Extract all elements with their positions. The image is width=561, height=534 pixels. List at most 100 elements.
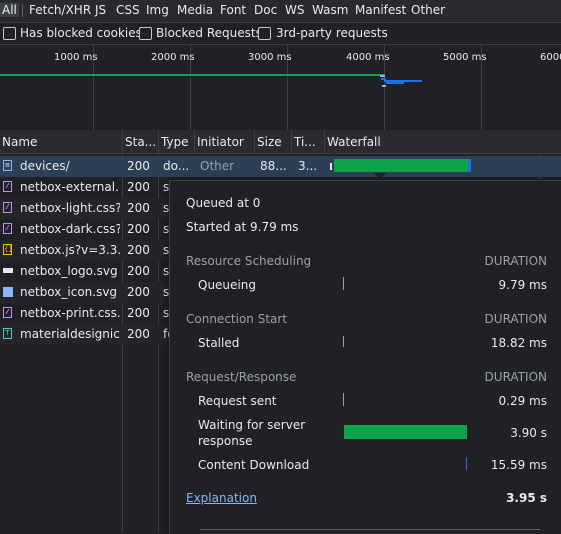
stylesheet-icon: ⁄ (3, 181, 12, 192)
filter-tab-manifest[interactable]: Manifest (355, 3, 406, 17)
waiting-bar (344, 425, 467, 439)
script-icon: {} (3, 244, 13, 255)
filter-tab-fetch-xhr[interactable]: Fetch/XHR (29, 3, 91, 17)
overview-waiting-bar (0, 74, 385, 76)
request-status: 200 (127, 180, 150, 194)
filter-tab-img[interactable]: Img (146, 3, 169, 17)
filter-separator (22, 4, 23, 17)
started-at-text: Started at 9.79 ms (186, 220, 299, 234)
filter-tab-wasm[interactable]: Wasm (312, 3, 348, 17)
request-name: netbox_icon.svg (20, 285, 118, 299)
timing-value-stalled: 18.82 ms (490, 336, 547, 350)
request-name: netbox-light.css?... (20, 201, 120, 215)
column-header-waterfall[interactable]: Waterfall (325, 130, 561, 154)
filter-tab-other[interactable]: Other (411, 3, 445, 17)
queued-at-text: Queued at 0 (186, 196, 261, 210)
waterfall-download-bar (468, 159, 471, 172)
request-name: devices/ (20, 159, 70, 173)
blocked-cookies-checkbox[interactable] (3, 27, 16, 40)
request-status: 200 (127, 201, 150, 215)
request-type: do... (163, 159, 190, 173)
timing-label-content-download: Content Download (198, 458, 310, 472)
section-title: Connection Start (186, 312, 288, 326)
column-header-initiator[interactable]: Initiator (195, 130, 255, 154)
waterfall-waiting-bar (334, 159, 468, 172)
timing-label-queueing: Queueing (198, 278, 256, 292)
filter-tab-font[interactable]: Font (220, 3, 246, 17)
timing-label-stalled: Stalled (198, 336, 240, 350)
timing-popover: Queued at 0 Started at 9.79 ms Resource … (169, 180, 561, 534)
popover-divider (200, 529, 540, 530)
content-download-bar (466, 457, 467, 470)
timing-value-waiting: 3.90 s (510, 426, 547, 440)
stylesheet-icon: ⁄ (3, 223, 12, 234)
request-time: 3... (298, 159, 318, 173)
timing-value-queueing: 9.79 ms (498, 278, 547, 292)
timing-label-waiting-line2: response (198, 434, 253, 448)
request-status: 200 (127, 285, 150, 299)
document-icon: ≡ (3, 160, 12, 171)
request-status: 200 (127, 159, 150, 173)
filter-tab-ws[interactable]: WS (285, 3, 304, 17)
column-header-size[interactable]: Size (255, 130, 292, 154)
total-duration: 3.95 s (506, 491, 547, 505)
timing-label-waiting: Waiting for server (198, 418, 306, 432)
filter-tab-css[interactable]: CSS (116, 3, 140, 17)
request-initiator: Other (200, 159, 235, 173)
request-name: netbox-external.... (20, 180, 120, 194)
table-row[interactable]: ≡ devices/ 200 do... Other 88... 3... (0, 156, 561, 179)
filter-tab-doc[interactable]: Doc (254, 3, 277, 17)
column-header-type[interactable]: Type (159, 130, 195, 154)
third-party-label: 3rd-party requests (276, 26, 388, 40)
stylesheet-icon: ⁄ (3, 307, 12, 318)
filter-tab-js[interactable]: JS (95, 3, 106, 17)
duration-header: DURATION (484, 370, 547, 384)
request-name: netbox-print.css... (20, 306, 120, 320)
request-name: netbox.js?v=3.3.5 (20, 243, 120, 257)
section-title: Resource Scheduling (186, 254, 312, 268)
stylesheet-icon: ⁄ (3, 202, 12, 213)
blocked-requests-label: Blocked Requests (156, 26, 262, 40)
tick-label: 4000 ms (346, 52, 390, 63)
filter-options-row: Has blocked cookies Blocked Requests 3rd… (0, 22, 561, 45)
timing-value-request-sent: 0.29 ms (498, 394, 547, 408)
filter-tab-media[interactable]: Media (177, 3, 213, 17)
tick-label: 6000 (540, 52, 561, 63)
timing-value-content-download: 15.59 ms (490, 458, 547, 472)
overview-request-mark (380, 75, 385, 77)
request-name: materialdesignic... (20, 327, 120, 341)
request-status: 200 (127, 327, 150, 341)
queueing-bar (343, 277, 344, 290)
filter-tab-all[interactable]: All (0, 3, 19, 17)
third-party-checkbox[interactable] (258, 27, 271, 40)
request-sent-bar (343, 393, 344, 406)
request-size: 88... (260, 159, 287, 173)
overview-request-mark (382, 85, 386, 87)
tick-label: 3000 ms (248, 52, 292, 63)
column-header-status[interactable]: Sta... (123, 130, 159, 154)
request-status: 200 (127, 243, 150, 257)
timing-label-request-sent: Request sent (198, 394, 277, 408)
request-status: 200 (127, 306, 150, 320)
blocked-cookies-label: Has blocked cookies (20, 26, 142, 40)
column-header-time[interactable]: Ti... (292, 130, 325, 154)
request-status: 200 (127, 264, 150, 278)
column-header-name[interactable]: Name (0, 130, 123, 154)
font-icon: T (3, 328, 12, 339)
explanation-link[interactable]: Explanation (186, 491, 257, 505)
tick-label: 5000 ms (443, 52, 487, 63)
request-status: 200 (127, 222, 150, 236)
blocked-requests-checkbox[interactable] (139, 27, 152, 40)
filter-bar: All Fetch/XHR JS CSS Img Media Font Doc … (0, 0, 561, 23)
image-icon (3, 268, 13, 273)
tick-label: 1000 ms (54, 52, 98, 63)
request-name: netbox_logo.svg (20, 264, 118, 278)
network-overview[interactable]: 1000 ms 2000 ms 3000 ms 4000 ms 5000 ms … (0, 45, 561, 131)
overview-request-mark (386, 82, 404, 84)
request-name: netbox-dark.css?... (20, 222, 120, 236)
duration-header: DURATION (484, 312, 547, 326)
image-icon (3, 287, 13, 297)
section-title: Request/Response (186, 370, 297, 384)
duration-header: DURATION (484, 254, 547, 268)
waterfall-queue-mark (330, 163, 332, 170)
